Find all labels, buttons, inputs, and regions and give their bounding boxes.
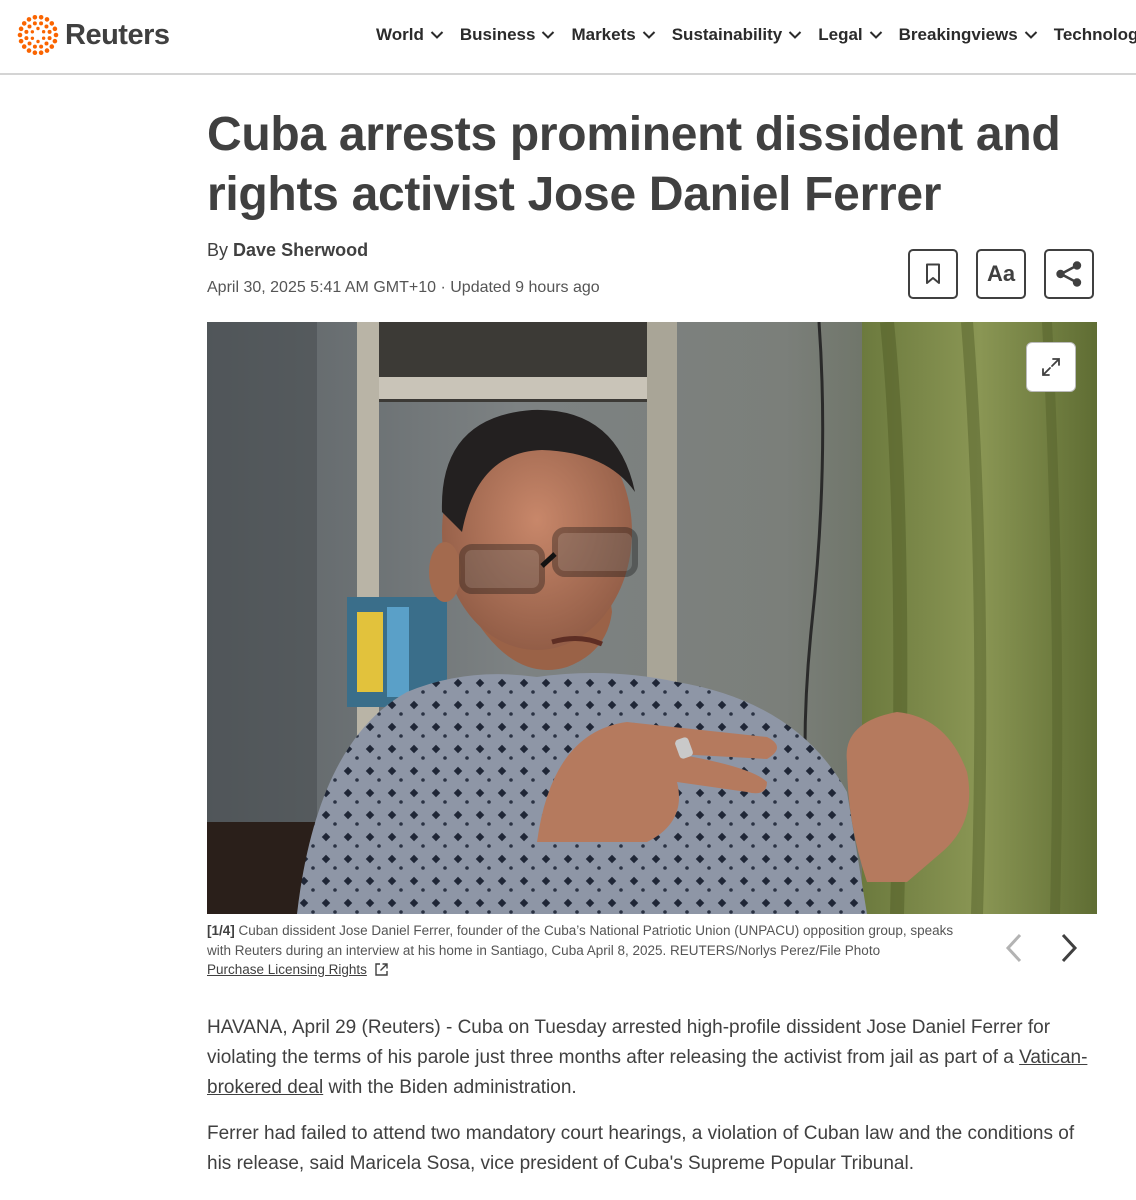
font-size-label: Aa: [986, 261, 1016, 286]
next-photo-button[interactable]: [1051, 930, 1087, 966]
previous-photo-button[interactable]: [996, 930, 1032, 966]
external-link-icon: [375, 963, 388, 976]
chevron-right-icon: [1061, 933, 1078, 963]
share-button[interactable]: [1044, 249, 1094, 299]
photo-caption: [1/4] Cuban dissident Jose Daniel Ferrer…: [207, 921, 977, 961]
nav-item-label: Sustainability: [671, 25, 783, 44]
nav-item-markets[interactable]: Markets: [571, 22, 655, 48]
nav-item-legal[interactable]: Legal: [818, 22, 882, 48]
share-icon: [1056, 261, 1082, 287]
nav-item-label: Markets: [571, 25, 636, 44]
expand-icon: [1042, 358, 1060, 376]
byline: By Dave Sherwood: [207, 240, 368, 261]
purchase-licensing-link[interactable]: Purchase Licensing Rights: [207, 962, 389, 977]
byline-prefix: By: [207, 240, 229, 260]
main-nav: World Business Markets Sustainability Le…: [376, 22, 1136, 48]
nav-item-label: Legal: [818, 25, 863, 44]
paragraph-text: HAVANA, April 29 (Reuters) - Cuba on Tue…: [207, 1017, 1051, 1068]
reuters-logo[interactable]: Reuters: [17, 14, 170, 56]
author-link[interactable]: Dave Sherwood: [233, 240, 368, 260]
chevron-down-icon: [542, 31, 555, 39]
nav-item-label: World: [376, 25, 424, 44]
nav-item-technology[interactable]: Technology: [1054, 22, 1136, 48]
article-photo[interactable]: [207, 322, 1097, 914]
article-headline: Cuba arrests prominent dissident and rig…: [207, 108, 1061, 221]
photo-caption-text: Cuban dissident Jose Daniel Ferrer, foun…: [207, 923, 954, 958]
licensing-label: Purchase Licensing Rights: [207, 962, 367, 977]
chevron-down-icon: [642, 31, 655, 39]
photo-index: [1/4]: [207, 923, 235, 938]
chevron-down-icon: [1024, 31, 1037, 39]
paragraph-text: with the Biden administration.: [323, 1077, 577, 1098]
chevron-down-icon: [430, 31, 444, 39]
site-header: Reuters World Business Markets Sustainab…: [0, 0, 1136, 75]
article-dateline: April 30, 2025 5:41 AM GMT+10 · Updated …: [207, 279, 600, 296]
nav-item-label: Technology: [1053, 25, 1136, 44]
article-paragraph: Ferrer had failed to attend two mandator…: [207, 1123, 1075, 1174]
nav-item-label: Breakingviews: [898, 25, 1018, 44]
article-paragraph: HAVANA, April 29 (Reuters) - Cuba on Tue…: [207, 1013, 1102, 1103]
dissident-portrait-image: [207, 322, 1097, 914]
nav-item-sustainability[interactable]: Sustainability: [672, 22, 803, 48]
expand-image-button[interactable]: [1026, 342, 1076, 392]
bookmark-icon: [926, 263, 940, 284]
font-size-button[interactable]: Aa: [976, 249, 1026, 299]
nav-item-world[interactable]: World: [376, 22, 444, 48]
reuters-logo-icon: [17, 14, 59, 56]
bookmark-button[interactable]: [908, 249, 958, 299]
chevron-down-icon: [869, 31, 882, 39]
nav-item-breakingviews[interactable]: Breakingviews: [899, 22, 1038, 48]
nav-item-label: Business: [459, 25, 536, 44]
nav-item-business[interactable]: Business: [460, 22, 556, 48]
chevron-down-icon: [789, 31, 802, 39]
brand-name: Reuters: [65, 18, 170, 51]
chevron-left-icon: [1005, 933, 1022, 963]
